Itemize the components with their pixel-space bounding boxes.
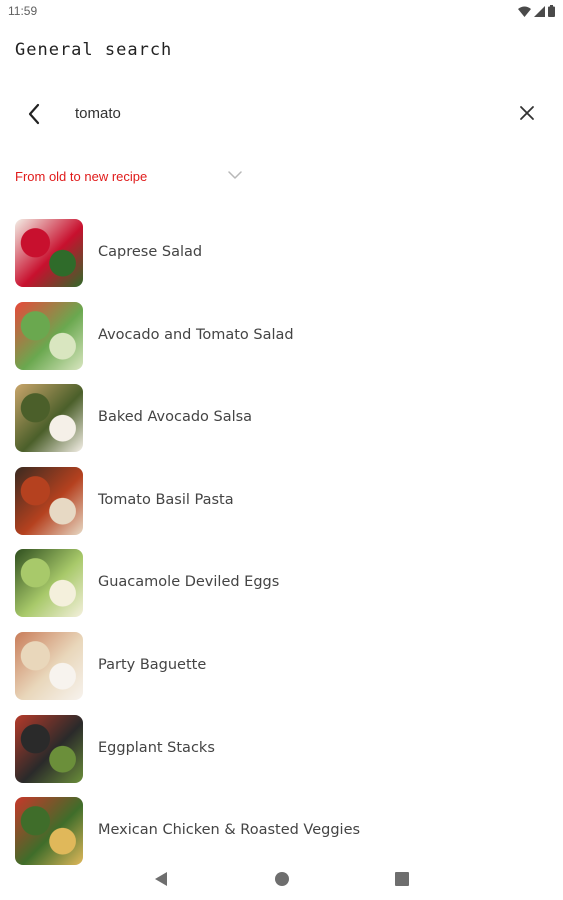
recipe-thumbnail — [15, 714, 83, 783]
recipe-item[interactable]: Baked Avocado Salsa — [0, 383, 563, 466]
sort-dropdown[interactable]: From old to new recipe — [15, 166, 255, 190]
recipe-name: Guacamole Deviled Eggs — [98, 574, 280, 591]
recipe-list: Caprese Salad Avocado and Tomato Salad B… — [0, 218, 563, 879]
recipe-item[interactable]: Eggplant Stacks — [0, 714, 563, 797]
back-button[interactable] — [20, 100, 48, 128]
recipe-item[interactable]: Avocado and Tomato Salad — [0, 301, 563, 384]
nav-back-button[interactable] — [150, 868, 172, 890]
back-triangle-icon — [155, 872, 167, 886]
recipe-name: Baked Avocado Salsa — [98, 409, 253, 426]
search-input[interactable] — [75, 100, 495, 126]
recipe-thumbnail — [15, 384, 83, 453]
recents-square-icon — [395, 872, 409, 886]
status-bar: 11:59 — [0, 0, 563, 24]
page-title: General search — [15, 40, 173, 60]
recipe-thumbnail — [15, 466, 83, 535]
recipe-thumbnail — [15, 631, 83, 700]
signal-icon — [534, 5, 545, 17]
wifi-icon — [518, 6, 531, 17]
recipe-name: Eggplant Stacks — [98, 739, 215, 756]
chevron-down-icon — [228, 171, 242, 179]
recipe-thumbnail — [15, 219, 83, 287]
recipe-name: Tomato Basil Pasta — [98, 491, 234, 508]
status-time: 11:59 — [8, 4, 38, 18]
recipe-thumbnail — [15, 797, 83, 866]
search-bar — [0, 92, 563, 134]
recipe-item[interactable]: Party Baguette — [0, 631, 563, 714]
chevron-left-icon — [28, 103, 40, 125]
recipe-name: Avocado and Tomato Salad — [98, 326, 294, 343]
clear-search-button[interactable] — [515, 101, 539, 125]
recipe-name: Caprese Salad — [98, 244, 203, 260]
status-icons — [518, 5, 555, 17]
sort-label: From old to new recipe — [15, 169, 148, 184]
recipe-name: Party Baguette — [98, 656, 207, 673]
recipe-item[interactable]: Tomato Basil Pasta — [0, 466, 563, 549]
recipe-thumbnail — [15, 549, 83, 618]
nav-home-button[interactable] — [271, 868, 293, 890]
home-circle-icon — [275, 872, 289, 886]
nav-recents-button[interactable] — [391, 868, 413, 890]
battery-icon — [548, 5, 555, 17]
recipe-name: Mexican Chicken & Roasted Veggies — [98, 822, 361, 839]
system-nav-bar — [0, 856, 563, 900]
recipe-item[interactable]: Caprese Salad — [0, 218, 563, 301]
recipe-thumbnail — [15, 301, 83, 370]
recipe-item[interactable]: Guacamole Deviled Eggs — [0, 548, 563, 631]
close-icon — [520, 106, 534, 120]
